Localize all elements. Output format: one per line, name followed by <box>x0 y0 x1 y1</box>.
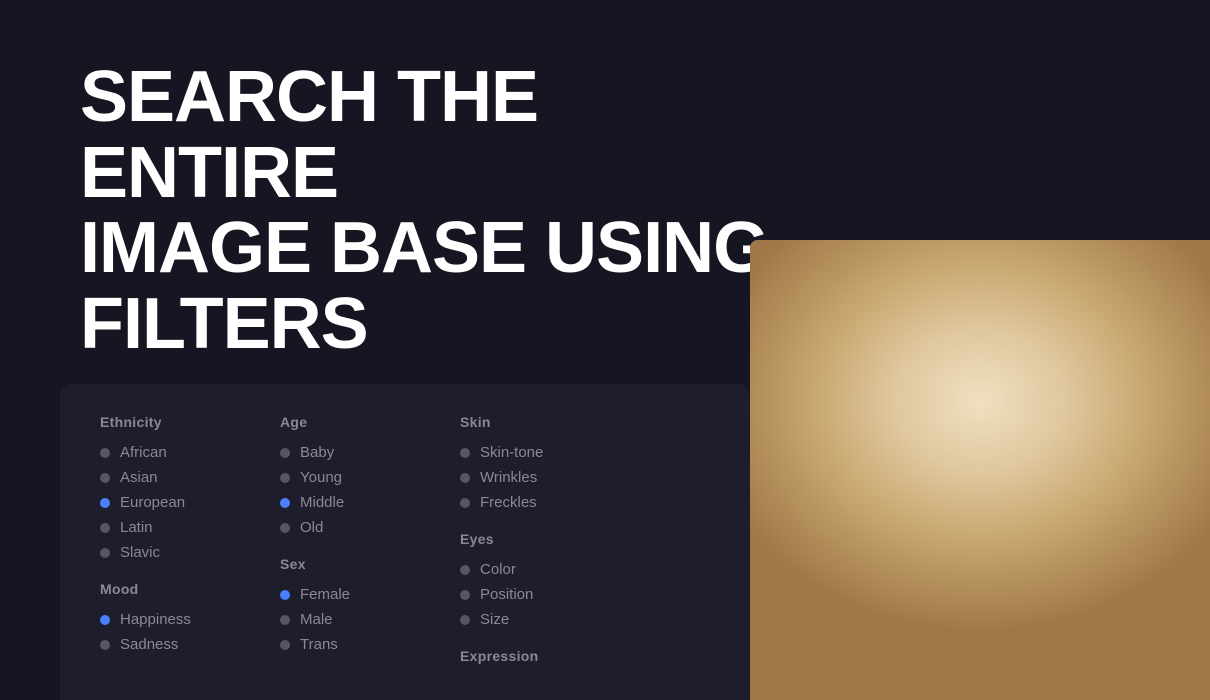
filter-dot-old <box>280 523 290 533</box>
filter-group-sex: Sex Female Male Trans <box>280 556 400 653</box>
filter-group-label-sex: Sex <box>280 556 400 572</box>
filter-item-skin-tone[interactable]: Skin-tone <box>460 444 580 461</box>
filter-item-label-happiness: Happiness <box>120 611 191 628</box>
filter-item-label-old: Old <box>300 519 323 536</box>
filter-dot-european <box>100 498 110 508</box>
filter-dot-wrinkles <box>460 473 470 483</box>
hero-title: SEARCH THE ENTIRE IMAGE BASE USING FILTE… <box>80 60 780 362</box>
filter-column-col1: Ethnicity African Asian European Latin Slavic… <box>100 414 220 670</box>
filter-item-latin[interactable]: Latin <box>100 519 220 536</box>
filter-dot-skin-tone <box>460 448 470 458</box>
filter-dot-position <box>460 590 470 600</box>
filter-dot-african <box>100 448 110 458</box>
filter-item-label-young: Young <box>300 469 342 486</box>
portrait-image <box>750 240 1210 700</box>
filter-item-label-male: Male <box>300 611 333 628</box>
filter-item-male[interactable]: Male <box>280 611 400 628</box>
filter-item-wrinkles[interactable]: Wrinkles <box>460 469 580 486</box>
filter-group-skin: Skin Skin-tone Wrinkles Freckles <box>460 414 580 511</box>
filter-item-label-sadness: Sadness <box>120 636 178 653</box>
portrait-container <box>750 240 1210 700</box>
filter-item-label-skin-tone: Skin-tone <box>480 444 543 461</box>
filter-dot-male <box>280 615 290 625</box>
filter-group-label-eyes: Eyes <box>460 531 580 547</box>
filter-item-female[interactable]: Female <box>280 586 400 603</box>
filter-item-old[interactable]: Old <box>280 519 400 536</box>
filter-item-young[interactable]: Young <box>280 469 400 486</box>
filter-item-label-trans: Trans <box>300 636 338 653</box>
filter-item-label-size: Size <box>480 611 509 628</box>
filter-dot-latin <box>100 523 110 533</box>
filter-item-middle[interactable]: Middle <box>280 494 400 511</box>
filter-item-african[interactable]: African <box>100 444 220 461</box>
filter-dot-female <box>280 590 290 600</box>
filter-group-expression: Expression <box>460 648 580 670</box>
filter-item-position[interactable]: Position <box>460 586 580 603</box>
filter-item-sadness[interactable]: Sadness <box>100 636 220 653</box>
filter-dot-middle <box>280 498 290 508</box>
filter-item-label-baby: Baby <box>300 444 334 461</box>
filter-group-mood: Mood Happiness Sadness <box>100 581 220 653</box>
filter-item-label-latin: Latin <box>120 519 153 536</box>
filters-panel: Ethnicity African Asian European Latin Slavic… <box>60 384 750 700</box>
filter-item-label-african: African <box>120 444 167 461</box>
filter-dot-trans <box>280 640 290 650</box>
filter-group-age: Age Baby Young Middle Old <box>280 414 400 536</box>
filter-item-trans[interactable]: Trans <box>280 636 400 653</box>
filter-item-label-slavic: Slavic <box>120 544 160 561</box>
filter-dot-color <box>460 565 470 575</box>
filter-item-freckles[interactable]: Freckles <box>460 494 580 511</box>
filter-item-label-european: European <box>120 494 185 511</box>
filter-group-label-expression: Expression <box>460 648 580 664</box>
filter-dot-slavic <box>100 548 110 558</box>
filter-dot-happiness <box>100 615 110 625</box>
filter-group-ethnicity: Ethnicity African Asian European Latin Slavic <box>100 414 220 561</box>
filter-group-label-skin: Skin <box>460 414 580 430</box>
filter-column-col2: Age Baby Young Middle Old Sex Female Male Trans <box>280 414 400 670</box>
filter-item-label-female: Female <box>300 586 350 603</box>
filter-item-label-position: Position <box>480 586 533 603</box>
filter-dot-young <box>280 473 290 483</box>
filter-item-happiness[interactable]: Happiness <box>100 611 220 628</box>
filter-dot-asian <box>100 473 110 483</box>
filter-dot-freckles <box>460 498 470 508</box>
filter-group-label-ethnicity: Ethnicity <box>100 414 220 430</box>
filter-group-eyes: Eyes Color Position Size <box>460 531 580 628</box>
filter-item-size[interactable]: Size <box>460 611 580 628</box>
filter-item-label-color: Color <box>480 561 516 578</box>
filter-item-european[interactable]: European <box>100 494 220 511</box>
filter-dot-size <box>460 615 470 625</box>
filter-column-col3: Skin Skin-tone Wrinkles Freckles Eyes Color Po… <box>460 414 580 670</box>
filter-item-color[interactable]: Color <box>460 561 580 578</box>
filter-dot-baby <box>280 448 290 458</box>
filter-dot-sadness <box>100 640 110 650</box>
filter-group-label-age: Age <box>280 414 400 430</box>
filter-item-label-wrinkles: Wrinkles <box>480 469 537 486</box>
filter-item-label-freckles: Freckles <box>480 494 537 511</box>
filter-item-asian[interactable]: Asian <box>100 469 220 486</box>
filter-group-label-mood: Mood <box>100 581 220 597</box>
filter-item-slavic[interactable]: Slavic <box>100 544 220 561</box>
filter-item-label-asian: Asian <box>120 469 158 486</box>
filter-item-baby[interactable]: Baby <box>280 444 400 461</box>
filter-item-label-middle: Middle <box>300 494 344 511</box>
